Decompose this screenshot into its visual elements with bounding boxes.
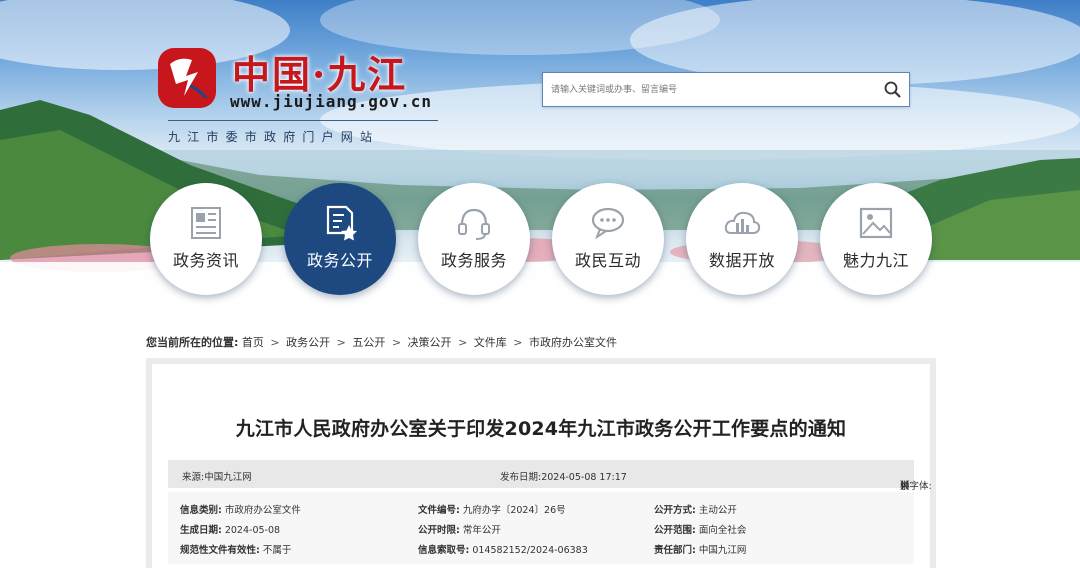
site-title: 中国·九江 (232, 52, 408, 97)
nav-item-charm[interactable]: 魅力九江 (820, 183, 932, 295)
nav-label: 政务服务 (440, 251, 507, 270)
info-created: 生成日期: 2024-05-08 (180, 522, 280, 536)
headset-icon (458, 208, 490, 240)
info-key: 文件编号: (418, 505, 460, 516)
breadcrumb-five-open[interactable]: 五公开 (352, 336, 385, 349)
nav-label: 政民互动 (574, 251, 641, 270)
data-cloud-icon (724, 211, 761, 234)
breadcrumb-separator: > (336, 336, 346, 349)
font-size-close: 】 (900, 481, 910, 492)
article-panel: 九江市人民政府办公室关于印发2024年九江市政务公开工作要点的通知 来源:中国九… (146, 358, 936, 568)
info-key: 生成日期: (180, 525, 222, 536)
info-value: 主动公开 (698, 505, 737, 516)
search-icon[interactable] (883, 80, 903, 100)
article-title: 九江市人民政府办公室关于印发2024年九江市政务公开工作要点的通知 (235, 418, 847, 440)
info-value: 2024-05-08 (224, 525, 281, 536)
jiujiang-logo-icon (158, 48, 216, 108)
nav-item-interaction[interactable]: 政民互动 (552, 183, 664, 295)
breadcrumb-office-files[interactable]: 市政府办公室文件 (529, 336, 617, 349)
info-scope: 公开范围: 面向全社会 (654, 522, 746, 536)
site-url: www.jiujiang.gov.cn (230, 92, 433, 111)
info-dept: 责任部门: 中国九江网 (654, 542, 746, 556)
info-key: 责任部门: (654, 545, 696, 556)
info-validity: 规范性文件有效性: 不属于 (180, 542, 291, 556)
picture-icon (859, 207, 893, 239)
info-index-no: 信息索取号: 014582152/2024-06383 (418, 542, 588, 556)
info-key: 公开时限: (418, 525, 460, 536)
info-key: 公开方式: (654, 505, 696, 516)
info-key: 规范性文件有效性: (180, 545, 260, 556)
article-meta-bar: 来源:中国九江网 发布日期:2024-05-08 17:17 【字体: 大 中 … (168, 460, 932, 492)
breadcrumb-prefix: 您当前所在的位置: (146, 336, 239, 349)
nav-label: 政务公开 (306, 251, 373, 270)
site-subtitle: 九江市委市政府门户网站 (168, 130, 380, 144)
info-value: 市政府办公室文件 (224, 505, 301, 516)
breadcrumb-separator: > (513, 336, 523, 349)
breadcrumb-file-library[interactable]: 文件库 (474, 336, 507, 349)
info-key: 公开范围: (654, 525, 696, 536)
breadcrumb-separator: > (458, 336, 468, 349)
nav-item-gov-service[interactable]: 政务服务 (418, 183, 530, 295)
article-source: 来源:中国九江网 (182, 472, 252, 483)
info-value: 常年公开 (462, 525, 501, 536)
breadcrumb-gov-open[interactable]: 政务公开 (286, 336, 330, 349)
document-info-table: 信息类别: 市政府办公室文件 文件编号: 九府办字〔2024〕26号 公开方式:… (168, 492, 914, 564)
info-key: 信息索取号: (418, 545, 470, 556)
breadcrumb-decision-open[interactable]: 决策公开 (408, 336, 452, 349)
nav-item-open-data[interactable]: 数据开放 (686, 183, 798, 295)
info-doc-no: 文件编号: 九府办字〔2024〕26号 (418, 502, 566, 516)
info-period: 公开时限: 常年公开 (418, 522, 501, 536)
nav-label: 数据开放 (708, 251, 775, 270)
logo-divider (168, 120, 438, 121)
newspaper-icon (191, 207, 221, 239)
info-publish-mode: 公开方式: 主动公开 (654, 502, 737, 516)
article-publish-date: 发布日期:2024-05-08 17:17 (500, 472, 627, 483)
info-value: 不属于 (262, 545, 292, 556)
nav-item-gov-open[interactable]: 政务公开 (284, 183, 396, 295)
breadcrumb-separator: > (270, 336, 280, 349)
nav-label: 政务资讯 (172, 251, 239, 270)
document-star-icon (326, 205, 357, 241)
search-box (542, 72, 910, 107)
breadcrumb: 您当前所在的位置: 首页 > 政务公开 > 五公开 > 决策公开 > 文件库 >… (146, 334, 617, 350)
chat-bubbles-icon (591, 207, 625, 240)
search-input[interactable] (543, 73, 873, 106)
info-category: 信息类别: 市政府办公室文件 (180, 502, 301, 516)
nav-label: 魅力九江 (842, 251, 909, 270)
nav-item-news[interactable]: 政务资讯 (150, 183, 262, 295)
breadcrumb-home[interactable]: 首页 (242, 336, 264, 349)
info-value: 中国九江网 (698, 545, 747, 556)
info-value: 面向全社会 (698, 525, 747, 536)
info-value: 014582152/2024-06383 (472, 545, 588, 556)
info-value: 九府办字〔2024〕26号 (462, 505, 566, 516)
info-key: 信息类别: (180, 505, 222, 516)
breadcrumb-separator: > (391, 336, 402, 349)
